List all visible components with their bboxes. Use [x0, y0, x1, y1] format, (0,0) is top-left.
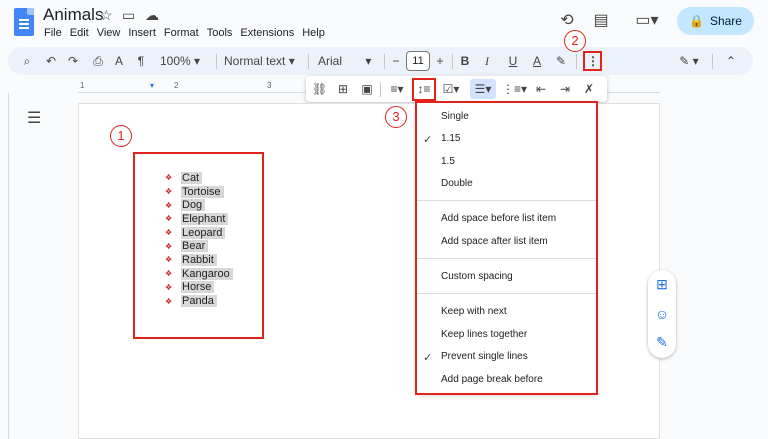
menu-format[interactable]: Format [160, 27, 203, 39]
insert-image-icon[interactable]: ▣ [360, 76, 374, 102]
menu-view[interactable]: View [93, 27, 125, 39]
underline-button[interactable]: U [506, 47, 520, 75]
document-title[interactable]: Animals [43, 5, 103, 25]
vertical-ruler[interactable] [8, 93, 11, 439]
annotation-box-menu [415, 101, 598, 395]
menu-extensions[interactable]: Extensions [236, 27, 298, 39]
align-icon[interactable]: ≡▾ [386, 76, 408, 102]
lock-icon: 🔒 [689, 14, 704, 28]
menubar: File Edit View Insert Format Tools Exten… [40, 27, 329, 39]
annotation-box-line-spacing [412, 78, 436, 101]
toolbar-divider [308, 54, 309, 69]
checklist-icon[interactable]: ☑▾ [440, 76, 462, 102]
clear-formatting-icon[interactable]: ✗ [582, 76, 596, 102]
ruler-mark: 2 [174, 81, 179, 90]
annotation-box-list [133, 152, 264, 339]
text-color-button[interactable]: A [530, 47, 544, 75]
toolbar-divider [576, 54, 577, 69]
menu-tools[interactable]: Tools [203, 27, 237, 39]
italic-button[interactable]: I [480, 47, 494, 75]
font-size-input[interactable]: 11 [406, 51, 430, 71]
redo-icon[interactable]: ↷ [66, 47, 80, 75]
add-comment-icon[interactable]: ⊞ [336, 76, 350, 102]
zoom-select[interactable]: 100% ▾ [160, 47, 204, 75]
hide-menus-icon[interactable]: ⌃ [724, 47, 738, 75]
bold-button[interactable]: B [458, 47, 472, 75]
paint-format-icon[interactable]: ¶ [134, 47, 148, 75]
side-action-panel: ⊞ ☺ ✎ [648, 270, 676, 358]
menu-file[interactable]: File [40, 27, 66, 39]
decrease-indent-icon[interactable]: ⇤ [534, 76, 548, 102]
menu-insert[interactable]: Insert [124, 27, 160, 39]
main-toolbar: ⌕ ↶ ↷ ⎙ A ¶ 100% ▾ Normal text ▾ Arial ▾… [8, 47, 753, 75]
toolbar-divider [384, 54, 385, 69]
style-select[interactable]: Normal text ▾ [224, 47, 304, 75]
star-icon[interactable]: ☆ [100, 7, 113, 24]
insert-link-icon[interactable]: ⛓ [312, 76, 327, 102]
toolbar-divider [380, 82, 381, 97]
increase-indent-icon[interactable]: ⇥ [558, 76, 572, 102]
toolbar-divider [216, 54, 217, 69]
cloud-status-icon[interactable]: ☁ [145, 7, 159, 24]
docs-logo-icon[interactable] [14, 8, 34, 36]
bulleted-list-icon[interactable]: ☰▾ [470, 79, 496, 99]
annotation-badge-2: 2 [564, 30, 586, 52]
toolbar-divider [712, 54, 713, 69]
suggest-edits-icon[interactable]: ✎ [653, 333, 671, 351]
overflow-toolbar: ⛓ ⊞ ▣ ≡▾ ↕≡ ☑▾ ☰▾ ⋮≡▾ ⇤ ⇥ ✗ [306, 76, 607, 102]
highlight-color-icon[interactable]: ✎ [554, 47, 568, 75]
ruler-mark: 3 [267, 81, 272, 90]
increase-font-size-icon[interactable]: + [434, 47, 446, 75]
indent-marker[interactable]: ▾ [150, 81, 154, 90]
font-value: Arial [318, 54, 343, 68]
emoji-reaction-icon[interactable]: ☺ [653, 305, 671, 323]
annotation-box-more-options [583, 51, 602, 71]
font-select[interactable]: Arial ▾ [318, 47, 378, 75]
style-value: Normal text [224, 54, 286, 68]
zoom-value: 100% [160, 54, 191, 68]
annotation-badge-1: 1 [110, 125, 132, 147]
spellcheck-icon[interactable]: A [112, 47, 126, 75]
menu-help[interactable]: Help [298, 27, 329, 39]
left-gutter [0, 93, 78, 439]
annotation-badge-3: 3 [385, 106, 407, 128]
print-icon[interactable]: ⎙ [90, 47, 106, 75]
move-folder-icon[interactable]: ▭ [122, 7, 135, 24]
vertical-scrollbar[interactable] [757, 93, 768, 439]
undo-icon[interactable]: ↶ [44, 47, 58, 75]
toolbar-divider [452, 54, 453, 69]
add-comment-icon[interactable]: ⊞ [653, 275, 671, 293]
meet-video-icon[interactable]: ▭▾ [630, 10, 664, 32]
comments-icon[interactable]: ▤ [590, 10, 612, 32]
share-button[interactable]: 🔒 Share [677, 7, 754, 35]
share-label: Share [709, 14, 742, 28]
ruler-mark: 1 [80, 81, 85, 90]
document-outline-icon[interactable]: ☰ [27, 108, 41, 128]
numbered-list-icon[interactable]: ⋮≡▾ [502, 76, 527, 102]
search-menus-icon[interactable]: ⌕ [20, 47, 34, 75]
decrease-font-size-icon[interactable]: − [390, 47, 402, 75]
editing-mode-icon[interactable]: ✎ ▾ [676, 47, 702, 75]
version-history-icon[interactable]: ⟲ [556, 10, 578, 32]
menu-edit[interactable]: Edit [66, 27, 93, 39]
